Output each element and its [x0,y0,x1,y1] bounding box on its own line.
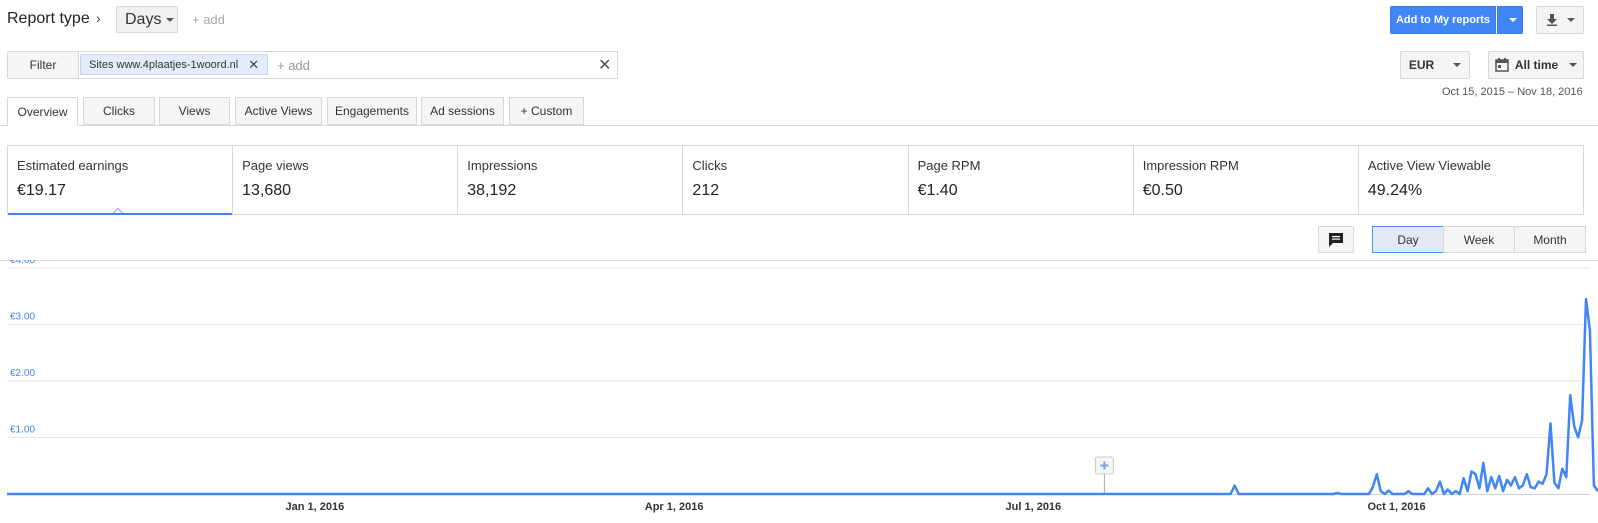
metrics-row: Estimated earnings €19.17 Page views 13,… [7,145,1584,215]
metric-impressions[interactable]: Impressions 38,192 [457,146,682,214]
metric-active-view-viewable[interactable]: Active View Viewable 49.24% [1357,146,1583,214]
metric-label: Page RPM [917,158,981,173]
caret-down-icon [1508,18,1517,22]
tab-ad-sessions[interactable]: Ad sessions [421,97,504,125]
metric-value: 212 [692,182,720,199]
days-dropdown[interactable]: Days [116,6,178,33]
metric-value: 38,192 [467,182,517,199]
download-button[interactable] [1536,6,1584,34]
tab-overview[interactable]: Overview [7,97,78,126]
caret-down-icon [166,17,175,22]
metric-estimated-earnings[interactable]: Estimated earnings €19.17 [8,146,233,215]
metric-value: 13,680 [242,182,292,199]
filter-chip-prefix: Sites [89,58,114,71]
caret-down-icon [1569,63,1578,67]
report-type-label: Report type [7,10,90,27]
metric-value: €0.50 [1142,182,1183,199]
tab-active-views[interactable]: Active Views [235,97,322,125]
metric-label: Active View Viewable [1367,158,1491,173]
metric-label: Clicks [692,158,728,173]
comment-button[interactable] [1318,226,1354,253]
time-range-label: All time [1514,58,1559,72]
tab-views[interactable]: Views [159,97,230,125]
filter-button[interactable]: Filter [7,51,79,79]
y-tick-label: €1.00 [10,425,35,436]
x-tick-label: Jul 1, 2016 [1006,501,1062,513]
download-icon [1546,14,1557,26]
series-line-earnings [7,297,1598,496]
date-range-text: Oct 15, 2015 – Nov 18, 2016 [1442,86,1583,98]
metric-value: 49.24% [1367,182,1423,199]
add-dimension-link[interactable]: + add [192,12,225,27]
metric-page-rpm[interactable]: Page RPM €1.40 [907,146,1133,214]
tab-engagements[interactable]: Engagements [327,97,417,125]
add-filter-link[interactable]: + add [277,58,310,73]
tab-custom[interactable]: + Custom [509,97,584,125]
comment-icon [1329,232,1343,247]
breadcrumb-chevron-icon: › [96,10,101,26]
metric-clicks[interactable]: Clicks 212 [682,146,907,214]
currency-dropdown[interactable]: EUR [1400,51,1470,79]
add-to-my-reports-button[interactable]: Add to My reports [1390,6,1496,34]
y-tick-label: €4.00 [10,260,35,266]
filter-chip-value: www.4plaatjes-1woord.nl [116,58,239,71]
calendar-icon [1495,58,1509,72]
clear-filter-icon[interactable]: ✕ [598,55,611,75]
time-range-dropdown[interactable]: All time [1488,51,1584,79]
metric-page-views[interactable]: Page views 13,680 [232,146,457,214]
x-tick-label: Oct 1, 2016 [1367,501,1425,513]
tab-clicks[interactable]: Clicks [83,97,155,125]
earnings-line-chart: €4.00 €3.00 €2.00 €1.00 Jan 1, 2016 Apr 1, 20… [0,260,1598,513]
granularity-day-button[interactable]: Day [1372,226,1444,253]
currency-label: EUR [1408,58,1435,72]
add-to-reports-dropdown-button[interactable] [1497,6,1523,34]
metric-impression-rpm[interactable]: Impression RPM €0.50 [1132,146,1358,214]
granularity-week-button[interactable]: Week [1443,226,1515,253]
filter-chip-label: Sites www.4plaatjes-1woord.nl [89,59,238,71]
filter-chip[interactable]: Sites www.4plaatjes-1woord.nl ✕ [80,54,269,75]
y-tick-label: €3.00 [10,312,35,323]
metric-value: €1.40 [917,182,958,199]
x-tick-label: Jan 1, 2016 [286,501,345,513]
granularity-month-button[interactable]: Month [1514,226,1586,253]
metric-label: Estimated earnings [17,158,129,173]
metric-label: Impression RPM [1142,158,1239,173]
caret-down-icon [1566,18,1575,22]
remove-chip-icon[interactable]: ✕ [248,57,259,73]
metric-value: €19.17 [17,182,66,199]
y-tick-label: €2.00 [10,368,35,379]
caret-down-icon [1453,63,1462,67]
tabs-divider [0,125,1598,126]
days-dropdown-label: Days [125,10,162,28]
metric-label: Page views [242,158,309,173]
metric-label: Impressions [467,158,538,173]
x-tick-label: Apr 1, 2016 [645,501,704,513]
